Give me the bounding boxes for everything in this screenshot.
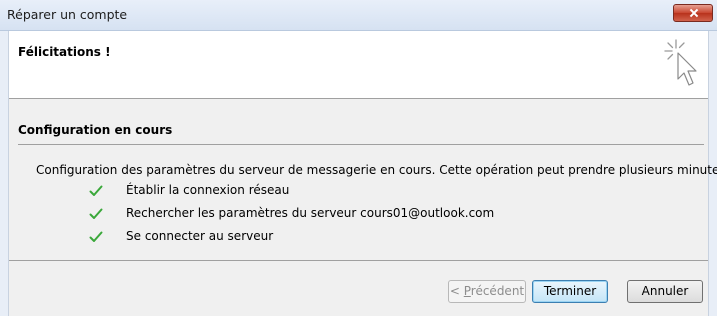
previous-accelerator: P bbox=[463, 284, 471, 298]
previous-prefix: < bbox=[449, 284, 464, 298]
cursor-sparkle-icon bbox=[664, 39, 697, 86]
finish-button[interactable]: Terminer bbox=[532, 280, 608, 303]
header-panel: Félicitations ! bbox=[9, 31, 708, 99]
header-title: Félicitations ! bbox=[18, 45, 111, 59]
footer-divider bbox=[9, 260, 708, 261]
previous-label-rest: récédent bbox=[470, 284, 525, 298]
step-label: Se connecter au serveur bbox=[126, 229, 274, 243]
section-title: Configuration en cours bbox=[18, 123, 173, 137]
checkmark-icon bbox=[89, 185, 103, 196]
cancel-button[interactable]: Annuler bbox=[627, 280, 703, 303]
status-description: Configuration des paramètres du serveur … bbox=[36, 163, 717, 177]
window-title: Réparer un compte bbox=[7, 7, 128, 22]
step-label: Rechercher les paramètres du serveur cou… bbox=[126, 206, 495, 220]
previous-button[interactable]: < Précédent bbox=[448, 280, 526, 303]
checkmark-icon bbox=[89, 208, 103, 219]
dialog-content: Félicitations ! Configuration en cours C… bbox=[8, 31, 717, 316]
step-label: Établir la connexion réseau bbox=[126, 183, 290, 197]
section-divider bbox=[18, 144, 704, 145]
checkmark-icon bbox=[89, 231, 103, 242]
close-button[interactable] bbox=[673, 4, 713, 22]
title-bar[interactable]: Réparer un compte bbox=[0, 0, 717, 31]
repair-account-dialog: Réparer un compte Félicitations ! Config… bbox=[0, 0, 717, 316]
